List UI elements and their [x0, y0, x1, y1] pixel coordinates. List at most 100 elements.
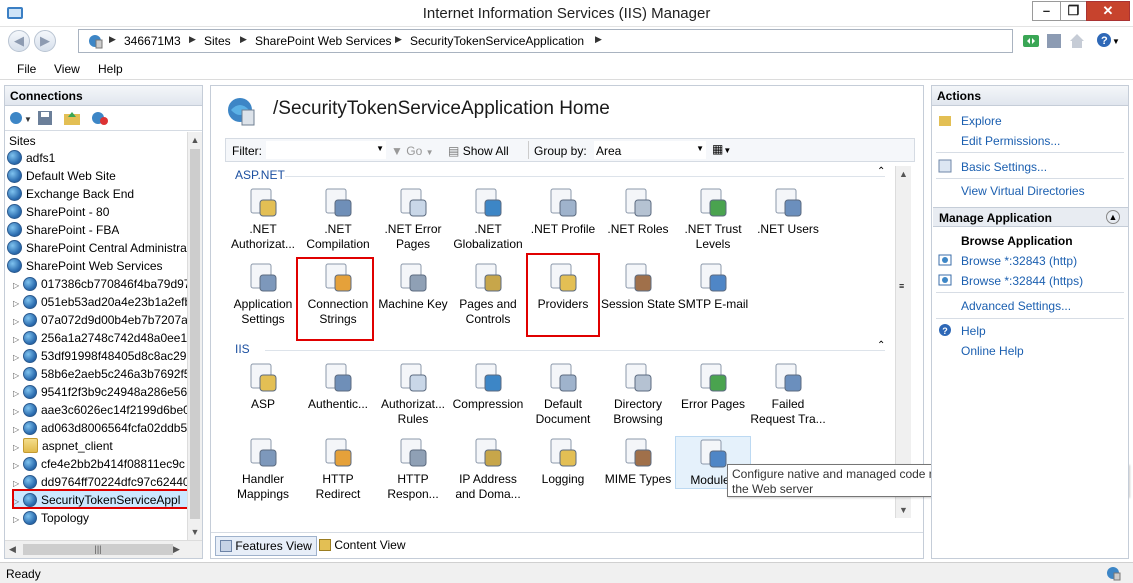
expand-icon[interactable]: ▷	[13, 403, 23, 419]
tree-item-site[interactable]: SharePoint Web Services	[7, 257, 163, 275]
expand-icon[interactable]: ▷	[13, 367, 23, 383]
refresh-icon[interactable]	[1022, 32, 1040, 50]
groupby-select[interactable]: Area ▼	[594, 141, 706, 159]
tree-item-child[interactable]: ▷ aspnet_client	[13, 437, 113, 455]
feature-net-users[interactable]: .NET Users	[750, 186, 826, 237]
expand-icon[interactable]: ▷	[13, 421, 23, 437]
filter-input[interactable]: ▼	[266, 141, 386, 159]
menu-view[interactable]: View	[54, 62, 80, 76]
tree-item-site[interactable]: Exchange Back End	[7, 185, 134, 203]
feature-session-state[interactable]: Session State	[600, 261, 676, 312]
tree-item-site[interactable]: SharePoint Central Administra	[7, 239, 187, 257]
feature-ip-address-and-doma[interactable]: IP Address and Doma...	[450, 436, 526, 502]
tree-item-sites[interactable]: Sites	[9, 132, 36, 150]
up-folder-icon[interactable]	[63, 110, 81, 126]
explore-link[interactable]: Explore	[961, 114, 1002, 128]
crumb-sites[interactable]: Sites	[204, 34, 231, 48]
crumb-security-token-app[interactable]: SecurityTokenServiceApplication	[410, 34, 584, 48]
back-icon[interactable]: ◀	[8, 30, 30, 52]
feature-error-pages[interactable]: Error Pages	[675, 361, 751, 412]
advanced-settings-link[interactable]: Advanced Settings...	[961, 299, 1071, 313]
tree-item-child[interactable]: ▷ 53df91998f48405d8c8ac29	[13, 347, 186, 365]
tree-item-child[interactable]: ▷ cfe4e2bb2b414f08811ec9c	[13, 455, 185, 473]
disconnect-icon[interactable]	[91, 110, 109, 126]
feature-logging[interactable]: Logging	[525, 436, 601, 487]
feature-failed-request-tra[interactable]: Failed Request Tra...	[750, 361, 826, 427]
expand-icon[interactable]: ▷	[13, 457, 23, 473]
feature-net-compilation[interactable]: .NET Compilation	[300, 186, 376, 252]
expand-icon[interactable]: ▷	[13, 277, 23, 293]
view-virtual-dirs-link[interactable]: View Virtual Directories	[961, 184, 1085, 198]
feature-net-error-pages[interactable]: .NET Error Pages	[375, 186, 451, 252]
feature-asp[interactable]: ASP	[225, 361, 301, 412]
tab-content-view[interactable]: Content View	[315, 536, 410, 556]
feature-authentic[interactable]: Authentic...	[300, 361, 376, 412]
feature-authorizat-rules[interactable]: Authorizat... Rules	[375, 361, 451, 427]
expand-icon[interactable]: ▷	[13, 439, 23, 455]
feature-default-document[interactable]: Default Document	[525, 361, 601, 427]
tree-item-child[interactable]: ▷ 9541f2f3b9c24948a286e56	[13, 383, 187, 401]
online-help-link[interactable]: Online Help	[961, 344, 1024, 358]
go-button[interactable]: ▼ Go ▼	[391, 144, 434, 158]
feature-http-respon[interactable]: HTTP Respon...	[375, 436, 451, 502]
tree-item-site[interactable]: Default Web Site	[7, 167, 116, 185]
tree-item-child[interactable]: ▷ 017386cb770846f4ba79d97	[13, 275, 187, 293]
expand-icon[interactable]: ▷	[13, 349, 23, 365]
expand-icon[interactable]: ▷	[13, 331, 23, 347]
connections-hscroll[interactable]: ◀ ||| ▶	[5, 540, 202, 558]
feature-smtp-e-mail[interactable]: SMTP E-mail	[675, 261, 751, 312]
feature-net-authorizat[interactable]: .NET Authorizat...	[225, 186, 301, 252]
tree-item-child[interactable]: ▷ 256a1a2748c742d48a0ee14	[13, 329, 187, 347]
tree-item-child[interactable]: ▷ Topology	[13, 509, 89, 527]
close-button[interactable]: ✕	[1086, 1, 1130, 21]
maximize-button[interactable]: ❐	[1060, 1, 1087, 21]
tab-features-view[interactable]: Features View	[215, 536, 317, 556]
collapse-aspnet-icon[interactable]: ⌃	[877, 166, 885, 177]
show-all-button[interactable]: ▤ Show All	[448, 144, 509, 158]
tree-item-child[interactable]: ▷ 051eb53ad20a4e23b1a2efb	[13, 293, 187, 311]
tree-item-site[interactable]: adfs1	[7, 149, 55, 167]
feature-mime-types[interactable]: MIME Types	[600, 436, 676, 487]
stop-icon[interactable]	[1045, 32, 1063, 50]
feature-net-globalization[interactable]: .NET Globalization	[450, 186, 526, 252]
connections-vscroll[interactable]: ▲ ▼	[187, 132, 202, 540]
expand-icon[interactable]: ▷	[13, 295, 23, 311]
expand-icon[interactable]: ▷	[13, 385, 23, 401]
tree-item-site[interactable]: SharePoint - FBA	[7, 221, 119, 239]
crumb-sharepoint-web-services[interactable]: SharePoint Web Services	[255, 34, 392, 48]
feature-pages-and-controls[interactable]: Pages and Controls	[450, 261, 526, 327]
expand-icon[interactable]: ▷	[13, 313, 23, 329]
collapse-icon[interactable]: ▲	[1106, 210, 1120, 224]
tree-item-child[interactable]: ▷ 58b6e2aeb5c246a3b7692f5	[13, 365, 187, 383]
expand-icon[interactable]: ▷	[13, 511, 23, 527]
crumb-server[interactable]: 346671M3	[124, 34, 181, 48]
browse-http-link[interactable]: Browse *:32843 (http)	[961, 254, 1077, 268]
feature-handler-mappings[interactable]: Handler Mappings	[225, 436, 301, 502]
basic-settings-link[interactable]: Basic Settings...	[961, 160, 1047, 174]
tree-item-site[interactable]: SharePoint - 80	[7, 203, 109, 221]
feature-net-roles[interactable]: .NET Roles	[600, 186, 676, 237]
connect-icon[interactable]: ▼	[9, 111, 31, 126]
feature-net-profile[interactable]: .NET Profile	[525, 186, 601, 237]
forward-icon[interactable]: ▶	[34, 30, 56, 52]
help-menu-button[interactable]: ? ▼	[1096, 32, 1124, 50]
feature-http-redirect[interactable]: HTTP Redirect	[300, 436, 376, 502]
save-icon[interactable]	[37, 110, 53, 126]
collapse-iis-icon[interactable]: ⌃	[877, 340, 885, 351]
help-link[interactable]: Help	[961, 324, 986, 338]
feature-net-trust-levels[interactable]: .NET Trust Levels	[675, 186, 751, 252]
tree-item-child[interactable]: ▷ ad063d8006564fcfa02ddb5	[13, 419, 187, 437]
menu-file[interactable]: File	[17, 62, 36, 76]
menu-help[interactable]: Help	[98, 62, 123, 76]
minimize-button[interactable]: –	[1032, 1, 1061, 21]
browse-https-link[interactable]: Browse *:32844 (https)	[961, 274, 1083, 288]
breadcrumb[interactable]: ▶ 346671M3 ▶ Sites ▶ SharePoint Web Serv…	[78, 29, 1013, 53]
feature-application-settings[interactable]: Application Settings	[225, 261, 301, 327]
feature-directory-browsing[interactable]: Directory Browsing	[600, 361, 676, 427]
view-options-icon[interactable]: ▦▼	[712, 142, 731, 156]
tree-item-child[interactable]: ▷ aae3c6026ec14f2199d6be0	[13, 401, 187, 419]
tree-item-child[interactable]: ▷ 07a072d9d00b4eb7b7207a	[13, 311, 187, 329]
feature-compression[interactable]: Compression	[450, 361, 526, 412]
feature-machine-key[interactable]: Machine Key	[375, 261, 451, 312]
edit-permissions-link[interactable]: Edit Permissions...	[961, 134, 1060, 148]
